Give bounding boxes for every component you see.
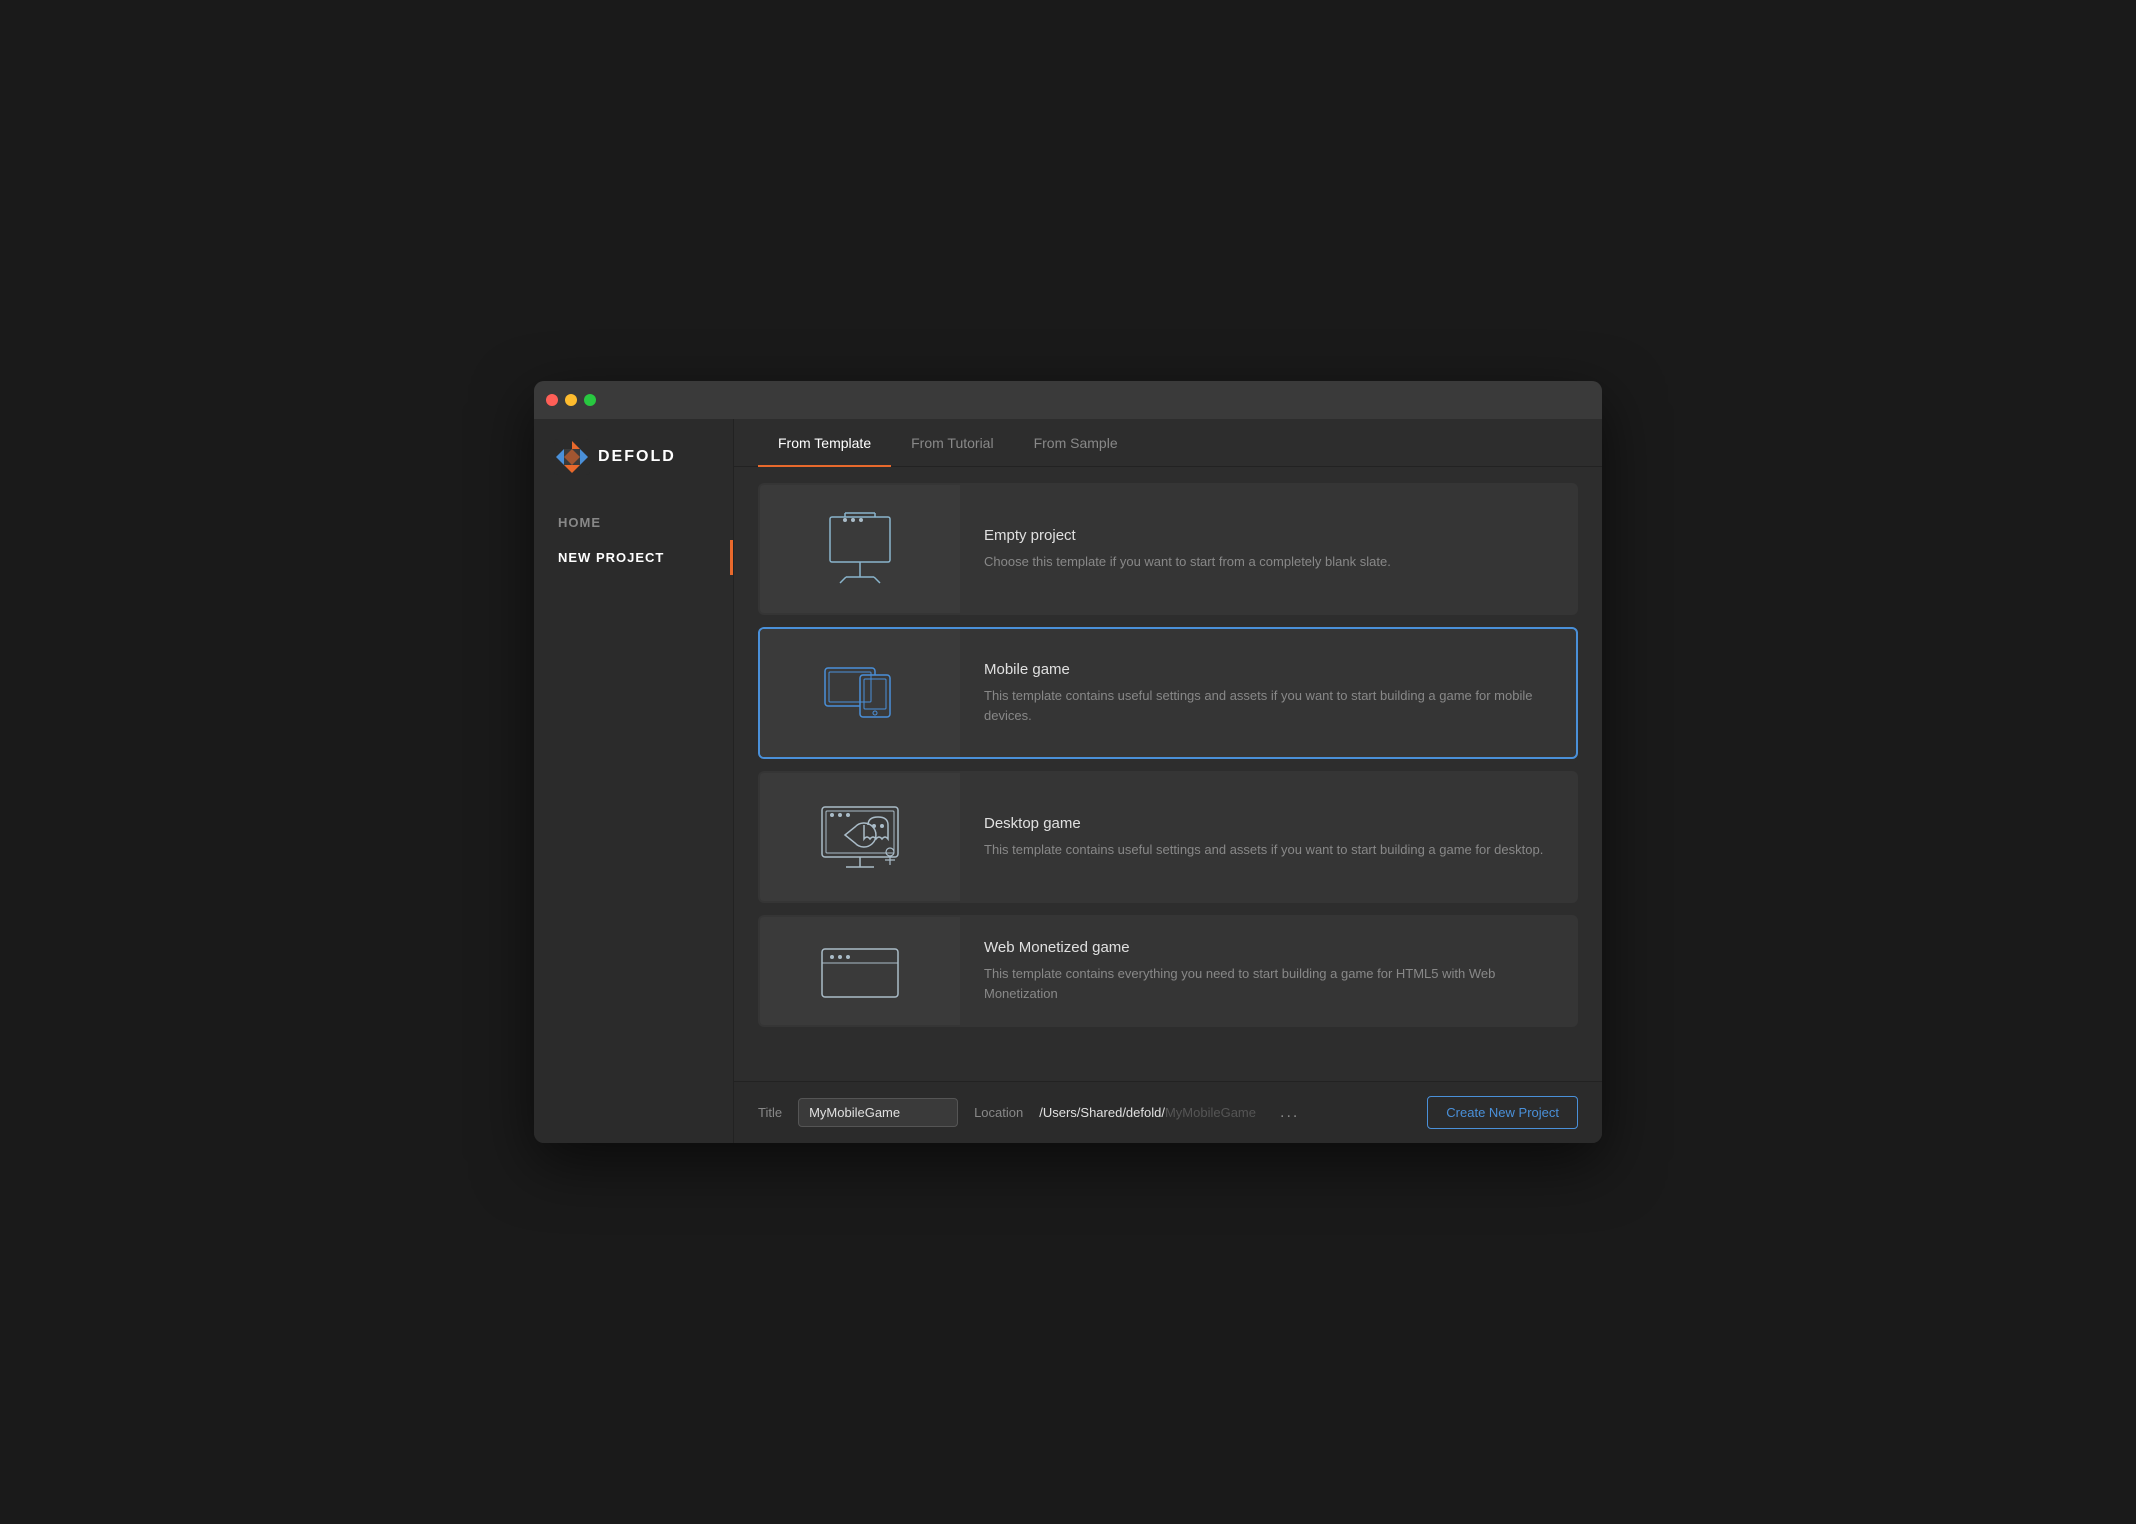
- app-body: DEFOLD HOME NEW PROJECT From Template Fr…: [534, 419, 1602, 1143]
- title-label: Title: [758, 1105, 782, 1120]
- template-desc-web: This template contains everything you ne…: [984, 964, 1552, 1003]
- template-icon-desktop: [760, 773, 960, 901]
- location-path: /Users/Shared/defold/MyMobileGame: [1039, 1105, 1256, 1120]
- template-list: Empty project Choose this template if yo…: [734, 467, 1602, 1081]
- template-desc-mobile: This template contains useful settings a…: [984, 686, 1552, 725]
- title-input[interactable]: [798, 1098, 958, 1127]
- template-desc-desktop: This template contains useful settings a…: [984, 840, 1543, 860]
- maximize-button[interactable]: [584, 394, 596, 406]
- minimize-button[interactable]: [565, 394, 577, 406]
- main-content: From Template From Tutorial From Sample: [734, 419, 1602, 1143]
- location-label: Location: [974, 1105, 1023, 1120]
- create-new-project-button[interactable]: Create New Project: [1427, 1096, 1578, 1129]
- template-card-mobile[interactable]: Mobile game This template contains usefu…: [758, 627, 1578, 759]
- sidebar-item-home[interactable]: HOME: [534, 505, 733, 540]
- tab-from-template[interactable]: From Template: [758, 419, 891, 467]
- web-icon: [810, 941, 910, 1001]
- tab-from-sample[interactable]: From Sample: [1014, 419, 1138, 467]
- tab-bar: From Template From Tutorial From Sample: [734, 419, 1602, 467]
- titlebar: [534, 381, 1602, 419]
- template-desc-empty: Choose this template if you want to star…: [984, 552, 1391, 572]
- easel-icon: [810, 509, 910, 589]
- template-info-desktop: Desktop game This template contains usef…: [960, 773, 1567, 901]
- template-icon-mobile: [760, 629, 960, 757]
- defold-logo-icon: [554, 439, 590, 475]
- location-path-main: /Users/Shared/defold/: [1039, 1105, 1165, 1120]
- main-window: DEFOLD HOME NEW PROJECT From Template Fr…: [534, 381, 1602, 1143]
- traffic-lights: [546, 394, 596, 406]
- template-info-web: Web Monetized game This template contain…: [960, 917, 1576, 1025]
- template-info-empty: Empty project Choose this template if yo…: [960, 485, 1415, 613]
- desktop-icon: [810, 797, 910, 877]
- mobile-icon: [810, 653, 910, 733]
- logo-text: DEFOLD: [598, 448, 676, 466]
- template-name-empty: Empty project: [984, 527, 1391, 544]
- template-card-web[interactable]: Web Monetized game This template contain…: [758, 915, 1578, 1027]
- template-info-mobile: Mobile game This template contains usefu…: [960, 629, 1576, 757]
- bottom-bar: Title Location /Users/Shared/defold/MyMo…: [734, 1081, 1602, 1143]
- logo-area: DEFOLD: [534, 439, 733, 505]
- template-name-desktop: Desktop game: [984, 815, 1543, 832]
- location-path-suffix: MyMobileGame: [1165, 1105, 1256, 1120]
- sidebar-item-new-project[interactable]: NEW PROJECT: [534, 540, 733, 575]
- sidebar: DEFOLD HOME NEW PROJECT: [534, 419, 734, 1143]
- template-icon-empty: [760, 485, 960, 613]
- template-name-mobile: Mobile game: [984, 661, 1552, 678]
- tab-from-tutorial[interactable]: From Tutorial: [891, 419, 1013, 467]
- close-button[interactable]: [546, 394, 558, 406]
- template-card-empty[interactable]: Empty project Choose this template if yo…: [758, 483, 1578, 615]
- template-card-desktop[interactable]: Desktop game This template contains usef…: [758, 771, 1578, 903]
- template-name-web: Web Monetized game: [984, 939, 1552, 956]
- sidebar-nav: HOME NEW PROJECT: [534, 505, 733, 575]
- more-button[interactable]: ...: [1272, 1100, 1307, 1126]
- template-icon-web: [760, 917, 960, 1025]
